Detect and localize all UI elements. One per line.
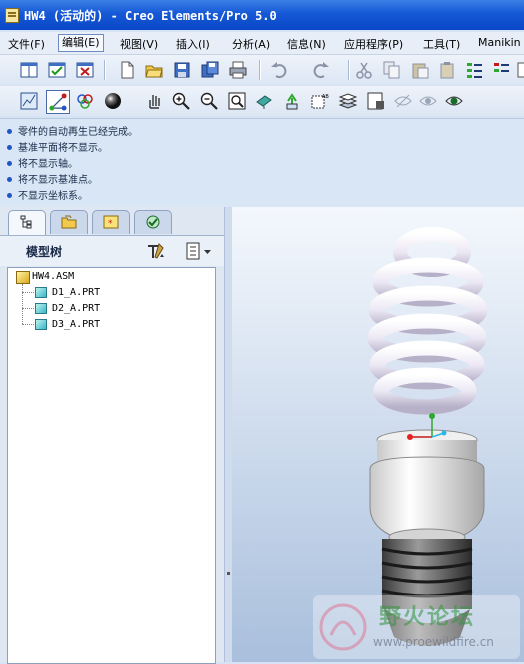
menu-manikin[interactable]: Manikin bbox=[478, 36, 521, 49]
app-icon[interactable] bbox=[5, 8, 19, 23]
datum-display-icon[interactable] bbox=[46, 90, 70, 114]
zoom-out-icon[interactable] bbox=[200, 92, 218, 110]
show-menu-icon[interactable] bbox=[185, 242, 213, 260]
tree-part-item[interactable]: D1_A.PRT bbox=[52, 287, 100, 298]
tree-line bbox=[22, 292, 34, 293]
open-folder-icon[interactable] bbox=[145, 61, 163, 79]
tab-connections[interactable] bbox=[134, 210, 172, 234]
title-bar: HW4 (活动的) - Creo Elements/Pro 5.0 bbox=[0, 0, 524, 30]
model-tree-settings-icon[interactable] bbox=[367, 92, 385, 110]
paste-special-icon[interactable] bbox=[439, 61, 457, 79]
toolbar-separator bbox=[348, 60, 350, 80]
navigator-header: 模型树 bbox=[0, 235, 232, 266]
new-file-icon[interactable] bbox=[118, 61, 136, 79]
named-view-icon[interactable]: AB bbox=[311, 92, 329, 110]
refit-icon[interactable] bbox=[228, 92, 246, 110]
menu-edit[interactable]: 编辑(E) bbox=[58, 34, 104, 52]
message-line: 零件的自动再生已经完成。 bbox=[7, 123, 138, 138]
toolbar-separator bbox=[259, 60, 261, 80]
message-line: 将不显示轴。 bbox=[7, 155, 78, 170]
sketch-icon[interactable] bbox=[20, 92, 38, 110]
window-activate-icon[interactable] bbox=[48, 61, 66, 79]
menu-file[interactable]: 文件(F) bbox=[8, 36, 45, 52]
shading-icon[interactable] bbox=[445, 92, 463, 110]
no-hidden-icon[interactable] bbox=[419, 92, 437, 110]
model-tree-icon bbox=[20, 215, 32, 229]
splitter-grip bbox=[227, 572, 230, 575]
tab-folder-browser[interactable] bbox=[50, 210, 88, 234]
print-icon[interactable] bbox=[229, 61, 247, 79]
save-icon[interactable] bbox=[173, 61, 191, 79]
tree-settings-icon[interactable] bbox=[146, 242, 166, 260]
regenerate-icon[interactable] bbox=[466, 61, 484, 79]
menu-bar: 文件(F) 编辑(E) 视图(V) 插入(I) 分析(A) 信息(N) 应用程序… bbox=[0, 32, 524, 55]
copy-icon[interactable] bbox=[383, 61, 401, 79]
orient-icon[interactable] bbox=[255, 92, 273, 110]
message-line: 不显示坐标系。 bbox=[7, 187, 88, 202]
graphics-window[interactable] bbox=[232, 207, 524, 662]
forum-logo-icon bbox=[319, 603, 367, 651]
view-manager-icon[interactable] bbox=[76, 92, 94, 110]
panel-title: 模型树 bbox=[26, 245, 63, 259]
menu-insert[interactable]: 插入(I) bbox=[176, 36, 210, 52]
tree-root-assembly[interactable]: HW4.ASM bbox=[32, 271, 74, 282]
tree-line bbox=[22, 324, 34, 325]
watermark-title: 野火论坛 bbox=[379, 605, 476, 630]
window-tile-icon[interactable] bbox=[20, 61, 38, 79]
cut-icon[interactable] bbox=[355, 61, 373, 79]
watermark-url: www.proewildfire.cn bbox=[373, 635, 494, 649]
tree-line bbox=[22, 308, 34, 309]
menu-view[interactable]: 视图(V) bbox=[120, 36, 158, 52]
navigator-panel: * 模型树 HW4.ASM D1_A.PRT D2_A.PRT D3_A.PRT bbox=[0, 207, 233, 664]
svg-text:AB: AB bbox=[322, 94, 329, 100]
appearance-sphere-icon[interactable] bbox=[104, 92, 122, 110]
regen-manager-icon[interactable] bbox=[493, 61, 511, 79]
tab-favorites[interactable]: * bbox=[92, 210, 130, 234]
paste-icon[interactable] bbox=[411, 61, 429, 79]
toolbar-standard bbox=[0, 55, 524, 85]
menu-info[interactable]: 信息(N) bbox=[287, 36, 326, 52]
menu-applications[interactable]: 应用程序(P) bbox=[344, 36, 403, 52]
redo-icon[interactable] bbox=[312, 61, 330, 79]
hidden-line-icon[interactable] bbox=[394, 92, 412, 110]
toolbar-separator bbox=[104, 60, 106, 80]
cfl-bulb-model bbox=[367, 227, 488, 646]
menu-analysis[interactable]: 分析(A) bbox=[232, 36, 270, 52]
tree-part-item[interactable]: D2_A.PRT bbox=[52, 303, 100, 314]
message-area: 零件的自动再生已经完成。 基准平面将不显示。 将不显示轴。 将不显示基准点。 不… bbox=[0, 118, 524, 207]
connections-icon bbox=[146, 215, 160, 229]
layers-icon[interactable] bbox=[339, 92, 357, 110]
undo-icon[interactable] bbox=[270, 61, 288, 79]
message-line: 基准平面将不显示。 bbox=[7, 139, 108, 154]
zoom-in-icon[interactable] bbox=[172, 92, 190, 110]
watermark-logo: 野火论坛 www.proewildfire.cn bbox=[313, 595, 520, 659]
window-close-icon[interactable] bbox=[76, 61, 94, 79]
message-line: 将不显示基准点。 bbox=[7, 171, 98, 186]
svg-text:*: * bbox=[108, 219, 113, 229]
toolbar-view: AB bbox=[0, 86, 524, 116]
spin-center-icon[interactable] bbox=[283, 92, 301, 110]
menu-tools[interactable]: 工具(T) bbox=[423, 36, 460, 52]
assembly-icon bbox=[16, 271, 30, 284]
find-icon[interactable] bbox=[517, 61, 524, 79]
tab-model-tree[interactable] bbox=[8, 210, 46, 235]
folder-browser-icon bbox=[61, 215, 77, 229]
tree-part-item[interactable]: D3_A.PRT bbox=[52, 319, 100, 330]
part-icon bbox=[35, 319, 47, 330]
pan-hand-icon[interactable] bbox=[145, 92, 163, 110]
part-icon bbox=[35, 303, 47, 314]
part-icon bbox=[35, 287, 47, 298]
favorites-icon: * bbox=[103, 215, 119, 229]
model-tree: HW4.ASM D1_A.PRT D2_A.PRT D3_A.PRT bbox=[7, 267, 216, 664]
window-title: HW4 (活动的) - Creo Elements/Pro 5.0 bbox=[24, 9, 277, 23]
tree-line bbox=[22, 284, 24, 324]
save-copy-icon[interactable] bbox=[201, 61, 219, 79]
